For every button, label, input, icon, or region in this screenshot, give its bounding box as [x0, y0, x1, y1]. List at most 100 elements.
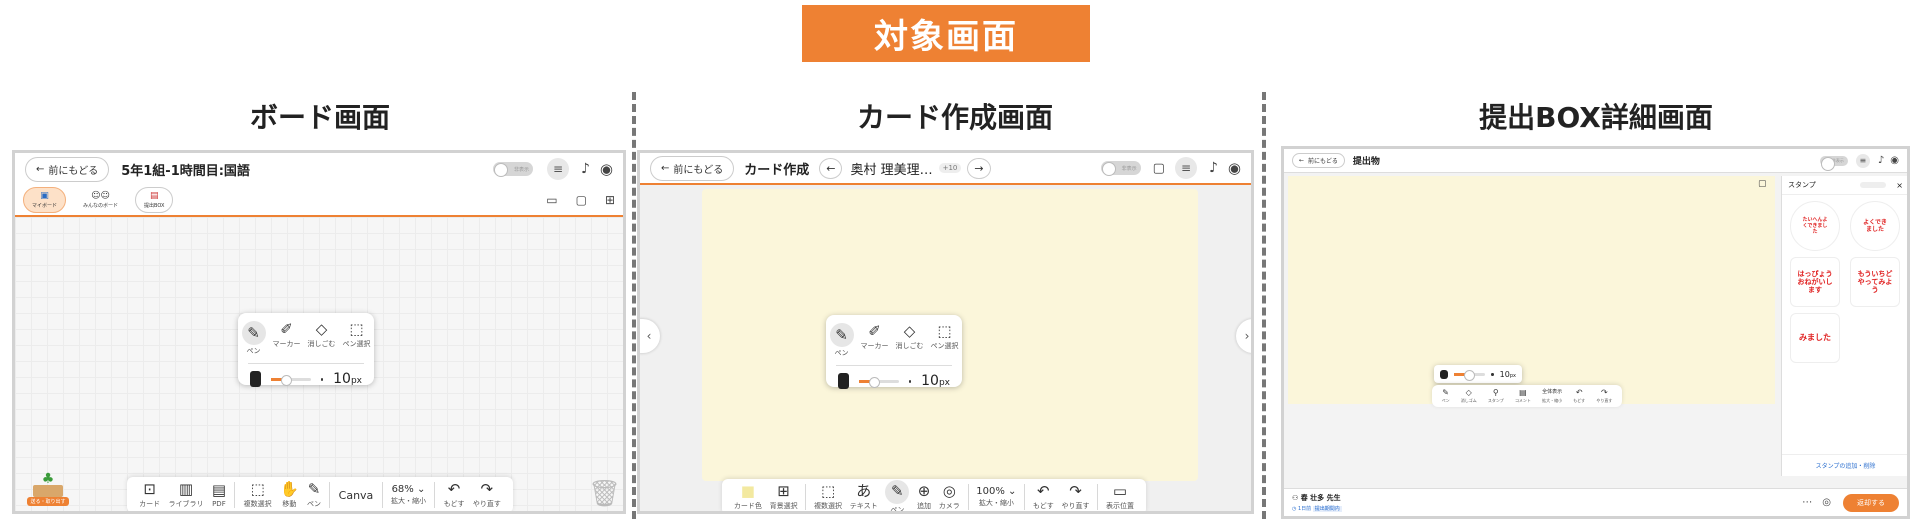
submission-canvas[interactable]: [1288, 176, 1775, 404]
user-icon: ⚇: [1292, 494, 1299, 502]
tab-my-board[interactable]: ▣ マイボード: [23, 187, 67, 213]
stamp-item[interactable]: たいへんよくできました: [1790, 201, 1840, 251]
arrow-left-icon: ←: [1299, 157, 1305, 164]
user-icon[interactable]: ◉: [1228, 159, 1241, 177]
section-title-box: 提出BOX詳細画面: [1479, 101, 1713, 134]
marker-tool[interactable]: ✐ マーカー: [861, 323, 889, 358]
chart-icon[interactable]: ▢: [1758, 179, 1767, 189]
background-button[interactable]: ⊞ 背景選択: [770, 483, 798, 511]
bell-icon[interactable]: ♪: [581, 161, 590, 177]
color-swatch[interactable]: [838, 373, 849, 389]
user-icon[interactable]: ◉: [1890, 155, 1899, 166]
stamp-button[interactable]: ⚲ スタンプ: [1488, 388, 1504, 404]
stamp-item[interactable]: よくできました: [1850, 201, 1900, 251]
eraser-tool[interactable]: ◇ 消しごむ: [896, 323, 924, 358]
visibility-toggle[interactable]: 非表示: [1819, 155, 1848, 171]
page-title: 提出物: [1352, 157, 1380, 167]
pen-tool[interactable]: ✎ ペン: [241, 321, 266, 356]
book-icon: ▥: [178, 480, 194, 498]
video-icon[interactable]: ▭: [546, 193, 557, 207]
camera-button[interactable]: ◎ カメラ: [939, 483, 960, 511]
size-slider[interactable]: [270, 374, 312, 386]
menu-icon[interactable]: ≡: [1174, 157, 1197, 179]
prev-student-button[interactable]: ←: [819, 157, 843, 179]
move-button[interactable]: ✋ 移動: [280, 481, 299, 509]
section-title-board: ボード画面: [249, 101, 390, 134]
undo-icon: ↶: [1037, 482, 1050, 500]
visibility-toggle[interactable]: 非表示: [1100, 161, 1141, 176]
color-swatch[interactable]: [1440, 369, 1448, 379]
back-button[interactable]: ← 前にもどる: [650, 155, 735, 181]
color-swatch[interactable]: [250, 371, 261, 387]
marker-tool[interactable]: ✐ マーカー: [273, 321, 301, 356]
multi-select-button[interactable]: ⬚ 複数選択: [244, 481, 272, 509]
chevron-right-icon[interactable]: ›: [1236, 319, 1251, 353]
stamp-item[interactable]: もういちどやってみよう: [1850, 257, 1900, 307]
chart-icon[interactable]: ▢: [1153, 161, 1165, 176]
pen-select-tool[interactable]: ⬚ ペン選択: [343, 321, 371, 356]
pen-icon: ✎: [885, 479, 910, 504]
zoom-control[interactable]: 全体表示 拡大・縮小: [1542, 388, 1562, 404]
tab-everyone-board[interactable]: ☺☺ みんなのボード: [74, 187, 128, 213]
eraser-icon: ◇: [315, 320, 328, 338]
visibility-toggle[interactable]: 非表示: [492, 162, 533, 177]
box-toolbar: ✎ ペン ◇ 消しゴム ⚲ スタンプ ▤ コメント 全体表示 拡大・縮小 ↶ もどす ↷ やり…: [1432, 385, 1622, 407]
redo-button[interactable]: ↷ やり直す: [473, 481, 501, 509]
chart-icon[interactable]: ▢: [576, 193, 587, 207]
card-button[interactable]: ⊡ カード: [139, 481, 160, 509]
user-icon[interactable]: ◉: [600, 160, 613, 178]
canva-button[interactable]: Canva: [339, 489, 374, 502]
display-position-button[interactable]: ▭ 表示位置: [1106, 483, 1134, 511]
close-icon[interactable]: ×: [1896, 181, 1903, 190]
send-receive-button[interactable]: ♣ 送る・取り出す: [27, 472, 69, 509]
target-screens-banner: 対象画面: [802, 5, 1090, 62]
stamp-edit-link[interactable]: スタンプの追加・削除: [1782, 454, 1907, 470]
menu-icon[interactable]: ≡: [1855, 153, 1870, 168]
stamp-item[interactable]: はっぴょうおねがいします: [1790, 257, 1840, 307]
bell-icon[interactable]: ♪: [1878, 155, 1884, 166]
pdf-button[interactable]: ▤ PDF: [212, 482, 226, 509]
bell-icon[interactable]: ♪: [1209, 160, 1218, 176]
card-toolbar: ■ カード色 ⊞ 背景選択 ⬚ 複数選択 あテキスト ✎ ペン ⊕ 追加 ◎ カメラ 100…: [722, 479, 1146, 511]
eraser-button[interactable]: ◇ 消しゴム: [1461, 388, 1477, 404]
stamp-filter-toggle[interactable]: [1860, 182, 1887, 188]
text-button[interactable]: あテキスト: [850, 483, 878, 511]
pen-button[interactable]: ✎ ペン: [1442, 388, 1450, 404]
redo-button[interactable]: ↷ やり直す: [1596, 388, 1612, 404]
grid-icon: ⊞: [777, 482, 790, 500]
redo-button[interactable]: ↷ やり直す: [1062, 483, 1090, 511]
size-slider[interactable]: [858, 376, 900, 388]
menu-icon[interactable]: ≡: [546, 158, 569, 180]
section-title-card: カード作成画面: [856, 101, 1053, 134]
pen-button[interactable]: ✎ ペン: [885, 479, 910, 511]
zoom-control[interactable]: 100% ⌄ 拡大・縮小: [976, 486, 1016, 508]
undo-button[interactable]: ↶ もどす: [1573, 388, 1585, 404]
tab-submit-box[interactable]: ▤ 提出BOX: [135, 187, 174, 213]
add-button[interactable]: ⊕ 追加: [917, 483, 931, 511]
box-icon: [33, 485, 63, 497]
next-student-button[interactable]: →: [967, 157, 991, 179]
pen-tool[interactable]: ✎ ペン: [829, 323, 854, 358]
card-color-button[interactable]: ■ カード色: [734, 483, 762, 511]
help-icon[interactable]: ◎: [1822, 497, 1831, 508]
library-button[interactable]: ▥ ライブラリ: [168, 481, 203, 509]
comment-button[interactable]: ▤ コメント: [1515, 388, 1531, 404]
zoom-control[interactable]: 68% ⌄ 拡大・縮小: [391, 484, 426, 506]
back-button[interactable]: ← 前にもどる: [1292, 153, 1345, 168]
eraser-tool[interactable]: ◇ 消しごむ: [308, 321, 336, 356]
stamp-panel-title: スタンプ: [1788, 181, 1816, 189]
chevron-left-icon[interactable]: ‹: [640, 319, 660, 353]
return-button[interactable]: 返却する: [1843, 493, 1899, 512]
grid-icon[interactable]: ⊞: [605, 193, 615, 207]
multi-select-button[interactable]: ⬚ 複数選択: [814, 483, 842, 511]
pen-button[interactable]: ✎ ペン: [307, 481, 321, 509]
more-icon[interactable]: ⋯: [1802, 497, 1812, 508]
size-slider[interactable]: [1453, 369, 1486, 381]
stamp-item[interactable]: みました: [1790, 313, 1840, 363]
undo-button[interactable]: ↶ もどす: [1033, 483, 1054, 511]
trash-icon[interactable]: 🗑: [588, 479, 621, 509]
undo-button[interactable]: ↶ もどす: [444, 481, 465, 509]
board-screen: ← 前にもどる 5年1組-1時間目:国語 非表示 ≡ ♪ ◉ ▣ マイボード ☺☺ み…: [12, 150, 626, 514]
back-button[interactable]: ← 前にもどる: [25, 156, 110, 182]
pen-select-tool[interactable]: ⬚ ペン選択: [931, 323, 959, 358]
